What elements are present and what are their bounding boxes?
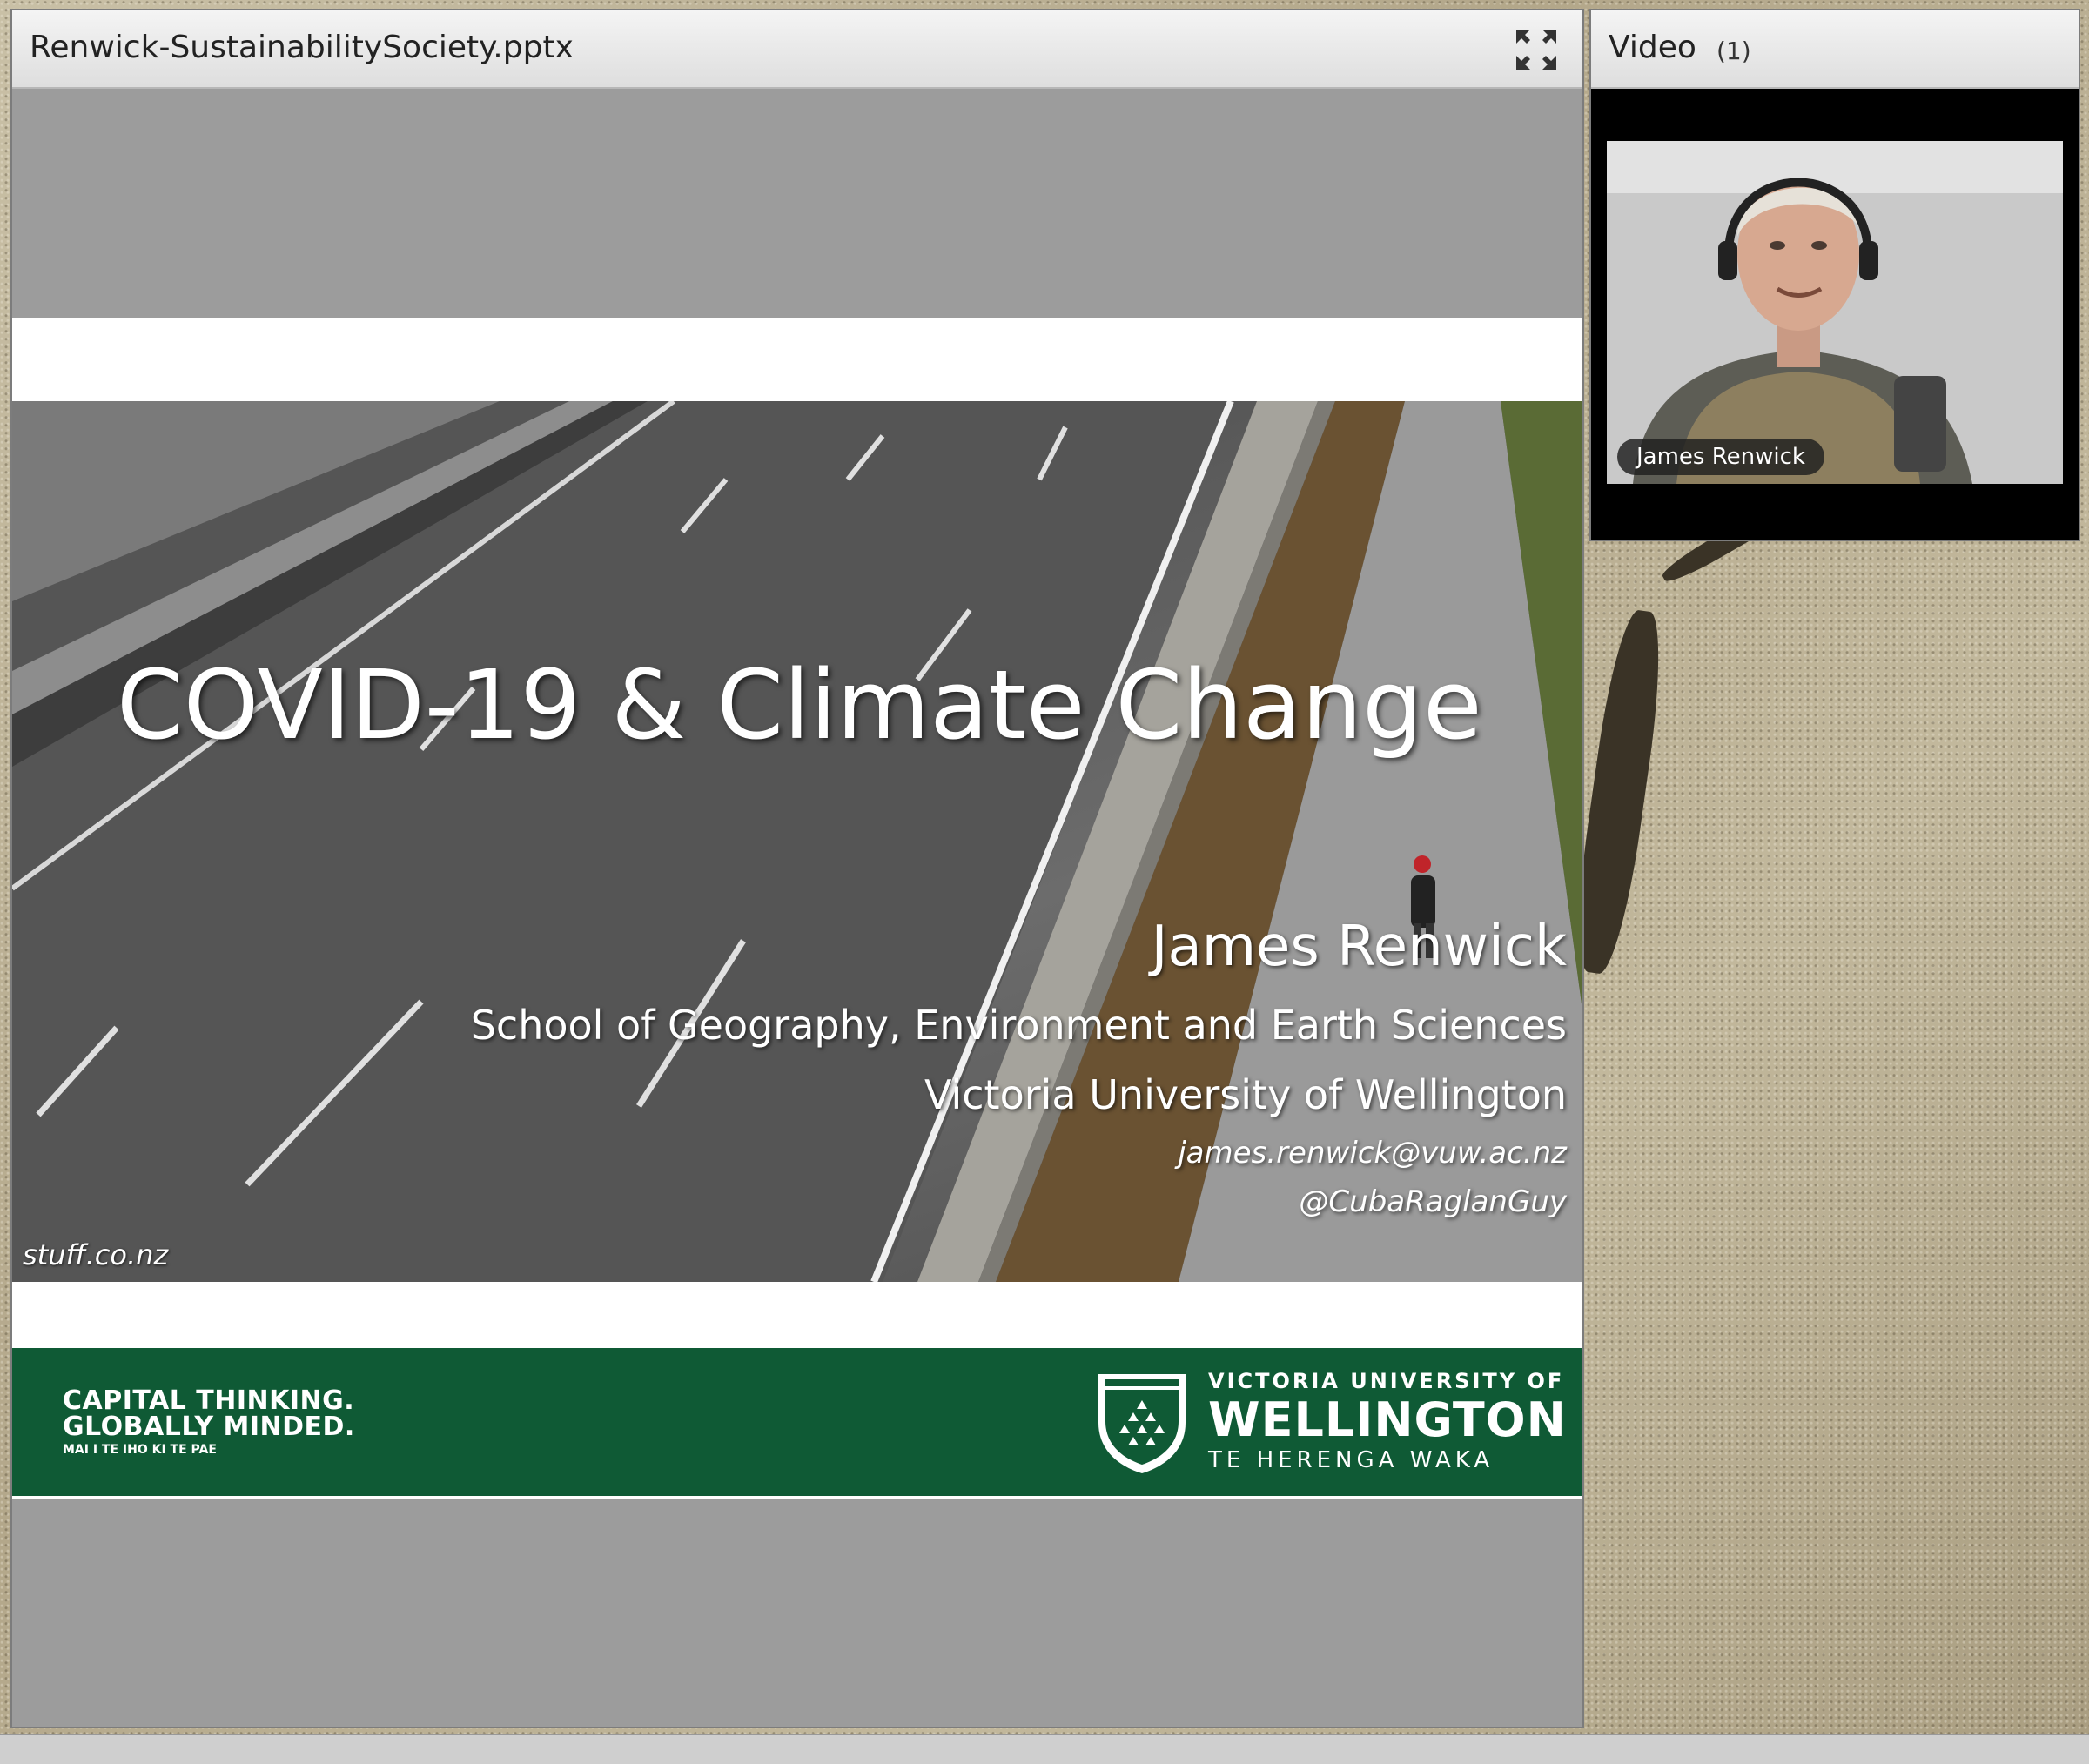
tagline: CAPITAL THINKING. GLOBALLY MINDED. MAI I…	[63, 1385, 355, 1457]
slide-area: COVID-19 & Climate Change James Renwick …	[12, 89, 1582, 1727]
share-pod: Renwick-SustainabilitySociety.pptx COVID…	[10, 9, 1584, 1728]
tagline-line-2: GLOBALLY MINDED.	[63, 1412, 355, 1442]
video-feed[interactable]: James Renwick	[1607, 141, 2063, 484]
university-wordmark: VICTORIA UNIVERSITY OF WELLINGTON TE HER…	[1208, 1371, 1567, 1472]
slide: COVID-19 & Climate Change James Renwick …	[12, 318, 1582, 1499]
slide-background-photo: COVID-19 & Climate Change James Renwick …	[12, 401, 1582, 1282]
university-crest-icon	[1098, 1374, 1186, 1473]
fullscreen-icon[interactable]	[1515, 28, 1558, 71]
presenter-info: James Renwick School of Geography, Envir…	[471, 915, 1567, 1219]
presenter-email: james.renwick@vuw.ac.nz	[1178, 1136, 1567, 1170]
tagline-line-3: MAI I TE IHO KI TE PAE	[63, 1443, 217, 1457]
share-pod-title: Renwick-SustainabilitySociety.pptx	[30, 30, 574, 65]
wordmark-line-2: WELLINGTON	[1208, 1392, 1567, 1447]
university-logo: VICTORIA UNIVERSITY OF WELLINGTON TE HER…	[1095, 1371, 1566, 1475]
tagline-line-1: CAPITAL THINKING.	[63, 1385, 355, 1416]
share-pod-titlebar: Renwick-SustainabilitySociety.pptx	[12, 10, 1582, 89]
wordmark-line-3: TE HERENGA WAKA	[1208, 1447, 1495, 1473]
presenter-handle: @CubaRaglanGuy	[1299, 1184, 1567, 1219]
presenter-name: James Renwick	[1151, 915, 1567, 979]
slide-footer: CAPITAL THINKING. GLOBALLY MINDED. MAI I…	[12, 1348, 1582, 1496]
video-pod: Video (1) James Renwick	[1589, 9, 2080, 541]
video-pod-titlebar: Video (1)	[1591, 10, 2079, 89]
video-participant-count: (1)	[1716, 37, 1751, 65]
slide-title: COVID-19 & Climate Change	[117, 649, 1482, 761]
photo-credit: stuff.co.nz	[23, 1238, 169, 1271]
bottom-control-strip	[0, 1734, 2089, 1764]
presenter-school: School of Geography, Environment and Ear…	[470, 1002, 1567, 1049]
presenter-university: Victoria University of Wellington	[924, 1071, 1567, 1118]
video-pod-title: Video	[1609, 30, 1696, 65]
wordmark-line-1: VICTORIA UNIVERSITY OF	[1208, 1369, 1565, 1393]
participant-name-tag: James Renwick	[1617, 439, 1824, 475]
